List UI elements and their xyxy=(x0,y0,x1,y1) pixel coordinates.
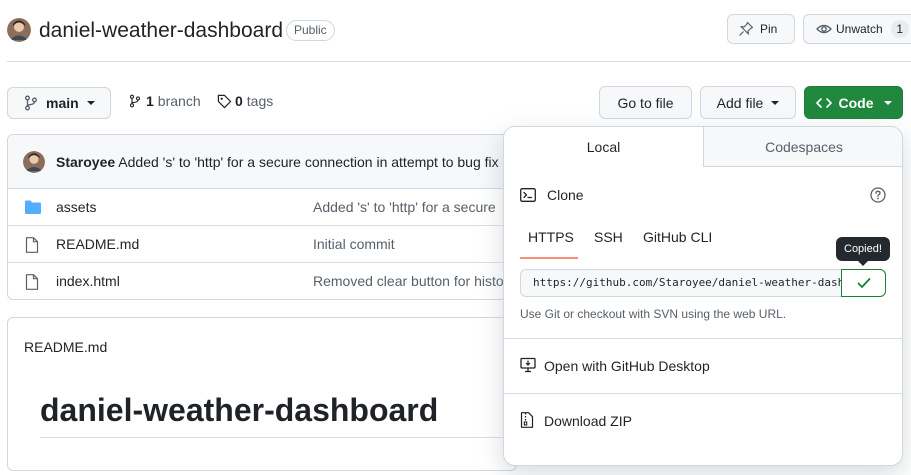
go-to-file-button[interactable]: Go to file xyxy=(599,86,692,119)
branches-link[interactable]: 1 branch xyxy=(129,93,201,109)
branch-count: 1 xyxy=(146,93,154,109)
desktop-icon xyxy=(520,357,536,373)
branch-icon xyxy=(24,95,38,111)
add-file-label: Add file xyxy=(716,94,764,111)
branch-count-label: branch xyxy=(157,93,201,109)
file-icon xyxy=(25,274,39,290)
terminal-icon xyxy=(520,187,536,203)
commit-author-avatar[interactable] xyxy=(23,151,45,173)
file-commit-message[interactable]: Added 's' to 'http' for a secure xyxy=(313,199,496,215)
open-github-desktop[interactable]: Open with GitHub Desktop xyxy=(504,339,902,391)
clone-url-input[interactable]: https://github.com/Staroyee/daniel-weath… xyxy=(520,269,842,297)
tab-codespaces[interactable]: Codespaces xyxy=(704,127,902,167)
code-button[interactable]: Code xyxy=(804,86,903,119)
folder-icon xyxy=(25,200,41,214)
file-row-index[interactable]: index.html Removed clear button for hist… xyxy=(8,263,516,299)
code-caret-icon xyxy=(883,100,892,105)
tab-local[interactable]: Local xyxy=(504,127,704,167)
add-file-caret-icon xyxy=(771,100,780,105)
tag-count-label: tags xyxy=(246,93,274,109)
readme-panel: README.md daniel-weather-dashboard xyxy=(7,317,517,471)
branch-name: main xyxy=(46,95,79,111)
open-github-desktop-label: Open with GitHub Desktop xyxy=(544,358,710,374)
pin-button[interactable]: Pin xyxy=(727,14,795,44)
repo-owner-avatar[interactable] xyxy=(7,18,31,42)
branch-count-icon xyxy=(129,93,141,109)
clone-title: Clone xyxy=(547,187,584,203)
readme-heading: daniel-weather-dashboard xyxy=(40,392,439,428)
protocol-tab-underline xyxy=(520,257,578,259)
repo-name[interactable]: daniel-weather-dashboard xyxy=(39,18,283,44)
pin-label: Pin xyxy=(760,22,778,36)
zip-icon xyxy=(520,412,534,428)
protocol-tab-ssh[interactable]: SSH xyxy=(594,229,623,245)
add-file-button[interactable]: Add file xyxy=(700,86,796,119)
visibility-badge: Public xyxy=(286,20,335,41)
code-dropdown: Local Codespaces Clone HTTPS SSH GitHub … xyxy=(503,126,903,466)
unwatch-label: Unwatch xyxy=(836,22,883,36)
commit-author[interactable]: Staroyee xyxy=(56,154,115,170)
file-commit-message[interactable]: Removed clear button for histo xyxy=(313,273,504,289)
file-name[interactable]: README.md xyxy=(56,236,139,252)
protocol-tab-https[interactable]: HTTPS xyxy=(528,229,574,245)
latest-commit-bar: Staroyee Added 's' to 'http' for a secur… xyxy=(8,135,516,189)
download-zip-label: Download ZIP xyxy=(544,413,632,429)
code-icon xyxy=(815,95,832,111)
copied-tooltip: Copied! xyxy=(836,237,890,266)
tag-icon xyxy=(217,94,232,109)
tags-link[interactable]: 0 tags xyxy=(217,93,273,109)
copy-url-button[interactable] xyxy=(841,269,886,297)
clone-hint: Use Git or checkout with SVN using the w… xyxy=(520,307,787,321)
tag-count: 0 xyxy=(235,93,243,109)
pin-icon xyxy=(738,21,754,37)
commit-message[interactable]: Added 's' to 'http' for a secure connect… xyxy=(118,154,498,170)
file-browser: Staroyee Added 's' to 'http' for a secur… xyxy=(7,134,517,300)
file-row-assets[interactable]: assets Added 's' to 'http' for a secure xyxy=(8,189,516,226)
protocol-tab-github-cli[interactable]: GitHub CLI xyxy=(643,229,712,245)
eye-icon xyxy=(816,21,832,37)
watch-count: 1 xyxy=(890,20,909,38)
unwatch-button[interactable]: Unwatch 1 xyxy=(803,14,911,44)
download-zip[interactable]: Download ZIP xyxy=(504,394,902,446)
question-icon[interactable] xyxy=(870,187,886,203)
branch-caret-icon xyxy=(86,101,95,105)
file-row-readme[interactable]: README.md Initial commit xyxy=(8,226,516,263)
file-name[interactable]: index.html xyxy=(56,273,120,289)
check-icon xyxy=(857,277,871,289)
code-label: Code xyxy=(838,94,874,111)
header-divider xyxy=(7,61,911,62)
file-name[interactable]: assets xyxy=(56,199,96,215)
readme-filename[interactable]: README.md xyxy=(24,339,107,355)
file-icon xyxy=(25,237,39,253)
readme-heading-rule xyxy=(40,437,510,438)
branch-selector[interactable]: main xyxy=(7,87,111,119)
file-commit-message[interactable]: Initial commit xyxy=(313,236,395,252)
